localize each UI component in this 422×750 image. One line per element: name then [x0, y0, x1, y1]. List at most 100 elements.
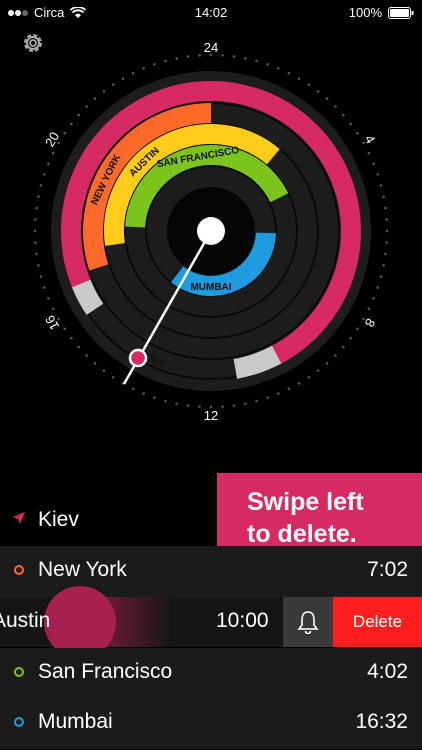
delete-button[interactable]: Delete	[333, 597, 422, 647]
minute-dot	[102, 369, 106, 372]
minute-dot	[164, 59, 167, 63]
minute-dot	[307, 83, 311, 86]
minute-dot	[35, 252, 38, 256]
minute-dot	[379, 275, 383, 278]
city-time: 4:02	[367, 660, 408, 683]
minute-dot	[297, 77, 301, 80]
battery-icon	[388, 6, 414, 19]
minute-dot	[382, 195, 385, 198]
minute-dot	[77, 345, 80, 349]
minute-dot	[356, 131, 359, 135]
list-item-austin-swiped[interactable]: Austin 10:00 Delete	[0, 586, 422, 658]
minute-dot	[51, 151, 55, 155]
city-name: Kiev	[38, 508, 79, 531]
city-name: Austin	[0, 609, 51, 632]
status-right: 100%	[349, 5, 414, 20]
minute-dot	[198, 405, 201, 408]
minute-dot	[33, 229, 37, 233]
minute-dot	[287, 71, 291, 75]
city-color-dot	[14, 667, 24, 677]
minute-dot	[325, 362, 329, 365]
bell-icon	[297, 611, 319, 634]
minute-dot	[35, 206, 38, 210]
minute-dot	[316, 90, 320, 93]
minute-dot	[385, 229, 389, 233]
minute-dot	[384, 206, 387, 210]
city-name: New York	[38, 558, 127, 581]
minute-dot	[385, 218, 388, 221]
minute-dot	[266, 63, 269, 66]
minute-dot	[232, 55, 236, 58]
minute-dot	[39, 184, 43, 187]
hour-label: 20	[42, 129, 62, 149]
minute-dot	[316, 369, 320, 372]
minute-dot	[37, 264, 40, 267]
minute-dot	[277, 392, 280, 395]
hand-pivot	[197, 217, 225, 245]
minute-dot	[34, 218, 37, 221]
minute-dot	[287, 387, 291, 391]
location-arrow-icon	[13, 512, 25, 524]
minute-dot	[153, 396, 156, 399]
minute-dot	[70, 336, 73, 340]
minute-dot	[93, 97, 97, 100]
minute-dot	[142, 392, 145, 395]
minute-dot	[102, 90, 106, 93]
minute-dot	[277, 67, 280, 70]
status-bar: Circa 14:02 100%	[0, 0, 422, 24]
minute-dot	[186, 55, 190, 58]
minute-dot	[266, 396, 269, 399]
alarm-button[interactable]	[283, 597, 333, 647]
minute-dot	[349, 336, 352, 340]
ring-city-label: MUMBAI	[190, 282, 231, 293]
city-color-dot	[14, 717, 24, 727]
minute-dot	[334, 354, 337, 357]
minute-dot	[244, 57, 247, 60]
hour-label: 12	[204, 408, 218, 423]
minute-dot	[376, 286, 379, 289]
minute-dot	[70, 122, 73, 126]
minute-dot	[255, 59, 258, 63]
minute-dot	[51, 307, 55, 311]
minute-dot	[307, 376, 311, 379]
minute-dot	[255, 399, 258, 403]
minute-dot	[47, 162, 50, 165]
minute-dot	[382, 264, 385, 267]
minute-dot	[186, 404, 190, 407]
minute-dot	[221, 54, 224, 57]
minute-dot	[77, 113, 80, 117]
city-name: Mumbai	[38, 710, 113, 733]
minute-dot	[164, 399, 167, 403]
minute-dot	[39, 275, 43, 278]
minute-dot	[175, 402, 178, 405]
minute-dot	[367, 151, 371, 155]
minute-dot	[325, 97, 329, 100]
list-item-mumbai[interactable]: Mumbai 16:32	[0, 698, 422, 749]
minute-dot	[34, 241, 37, 244]
hour-label: 24	[204, 40, 218, 55]
world-clock-dial[interactable]: 2448121620 NEW YORK AUSTINSAN FRANCISCOMU…	[0, 30, 422, 430]
minute-dot	[349, 122, 352, 126]
city-time: 10:00	[216, 609, 269, 632]
minute-dot	[356, 327, 359, 331]
list-item-san-francisco[interactable]: San Francisco 4:02	[0, 648, 422, 699]
list-item-kiev[interactable]: Kiev	[0, 496, 422, 547]
minute-dot	[334, 105, 337, 108]
minute-dot	[93, 362, 97, 365]
minute-dot	[142, 67, 145, 70]
minute-dot	[85, 105, 88, 108]
battery-percent: 100%	[348, 5, 382, 20]
city-time: 16:32	[355, 710, 408, 733]
minute-dot	[63, 131, 66, 135]
minute-dot	[43, 286, 46, 289]
minute-dot	[37, 195, 40, 198]
minute-dot	[175, 57, 178, 60]
minute-dot	[376, 173, 379, 176]
minute-dot	[297, 382, 301, 385]
hour-label: 16	[42, 313, 62, 333]
minute-dot	[221, 405, 224, 408]
time-handle[interactable]	[128, 348, 148, 368]
minute-dot	[198, 54, 201, 57]
minute-dot	[342, 345, 345, 349]
minute-dot	[385, 241, 388, 244]
